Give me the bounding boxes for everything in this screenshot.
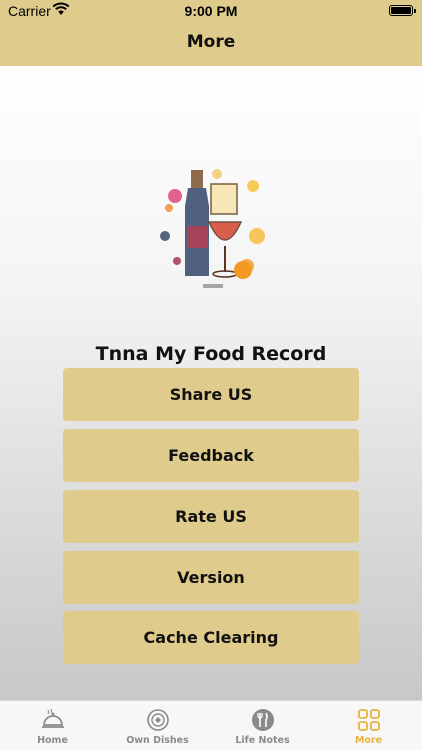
grid-icon — [358, 709, 380, 731]
tab-home[interactable]: Home — [0, 701, 105, 750]
cloche-icon — [42, 708, 64, 728]
tab-life-notes[interactable]: Life Notes — [210, 701, 315, 750]
tab-bar: Home Own Dishes Life Notes More — [0, 700, 422, 750]
app-name: Tnna My Food Record — [95, 343, 327, 365]
tab-more[interactable]: More — [316, 701, 421, 750]
version-button[interactable]: Version — [63, 551, 359, 604]
status-time: 9:00 PM — [184, 3, 238, 19]
fork-knife-icon — [252, 709, 274, 731]
tab-label-home: Home — [37, 735, 68, 746]
tab-label-life-notes: Life Notes — [235, 735, 290, 746]
share-us-button[interactable]: Share US — [63, 368, 359, 421]
rate-us-button[interactable]: Rate US — [63, 490, 359, 543]
dish-icon — [147, 709, 169, 731]
battery-icon — [389, 5, 416, 16]
app-logo — [157, 166, 267, 296]
nav-bar: Carrier 9:00 PM More — [0, 0, 422, 66]
tab-label-own-dishes: Own Dishes — [126, 735, 189, 746]
feedback-button[interactable]: Feedback — [63, 429, 359, 482]
status-bar: Carrier 9:00 PM — [0, 0, 422, 22]
main-content: Tnna My Food Record Share US Feedback Ra… — [0, 66, 422, 700]
tab-label-more: More — [354, 735, 383, 746]
page-title: More — [186, 32, 236, 52]
cache-clearing-button[interactable]: Cache Clearing — [63, 611, 359, 664]
tab-own-dishes[interactable]: Own Dishes — [105, 701, 210, 750]
